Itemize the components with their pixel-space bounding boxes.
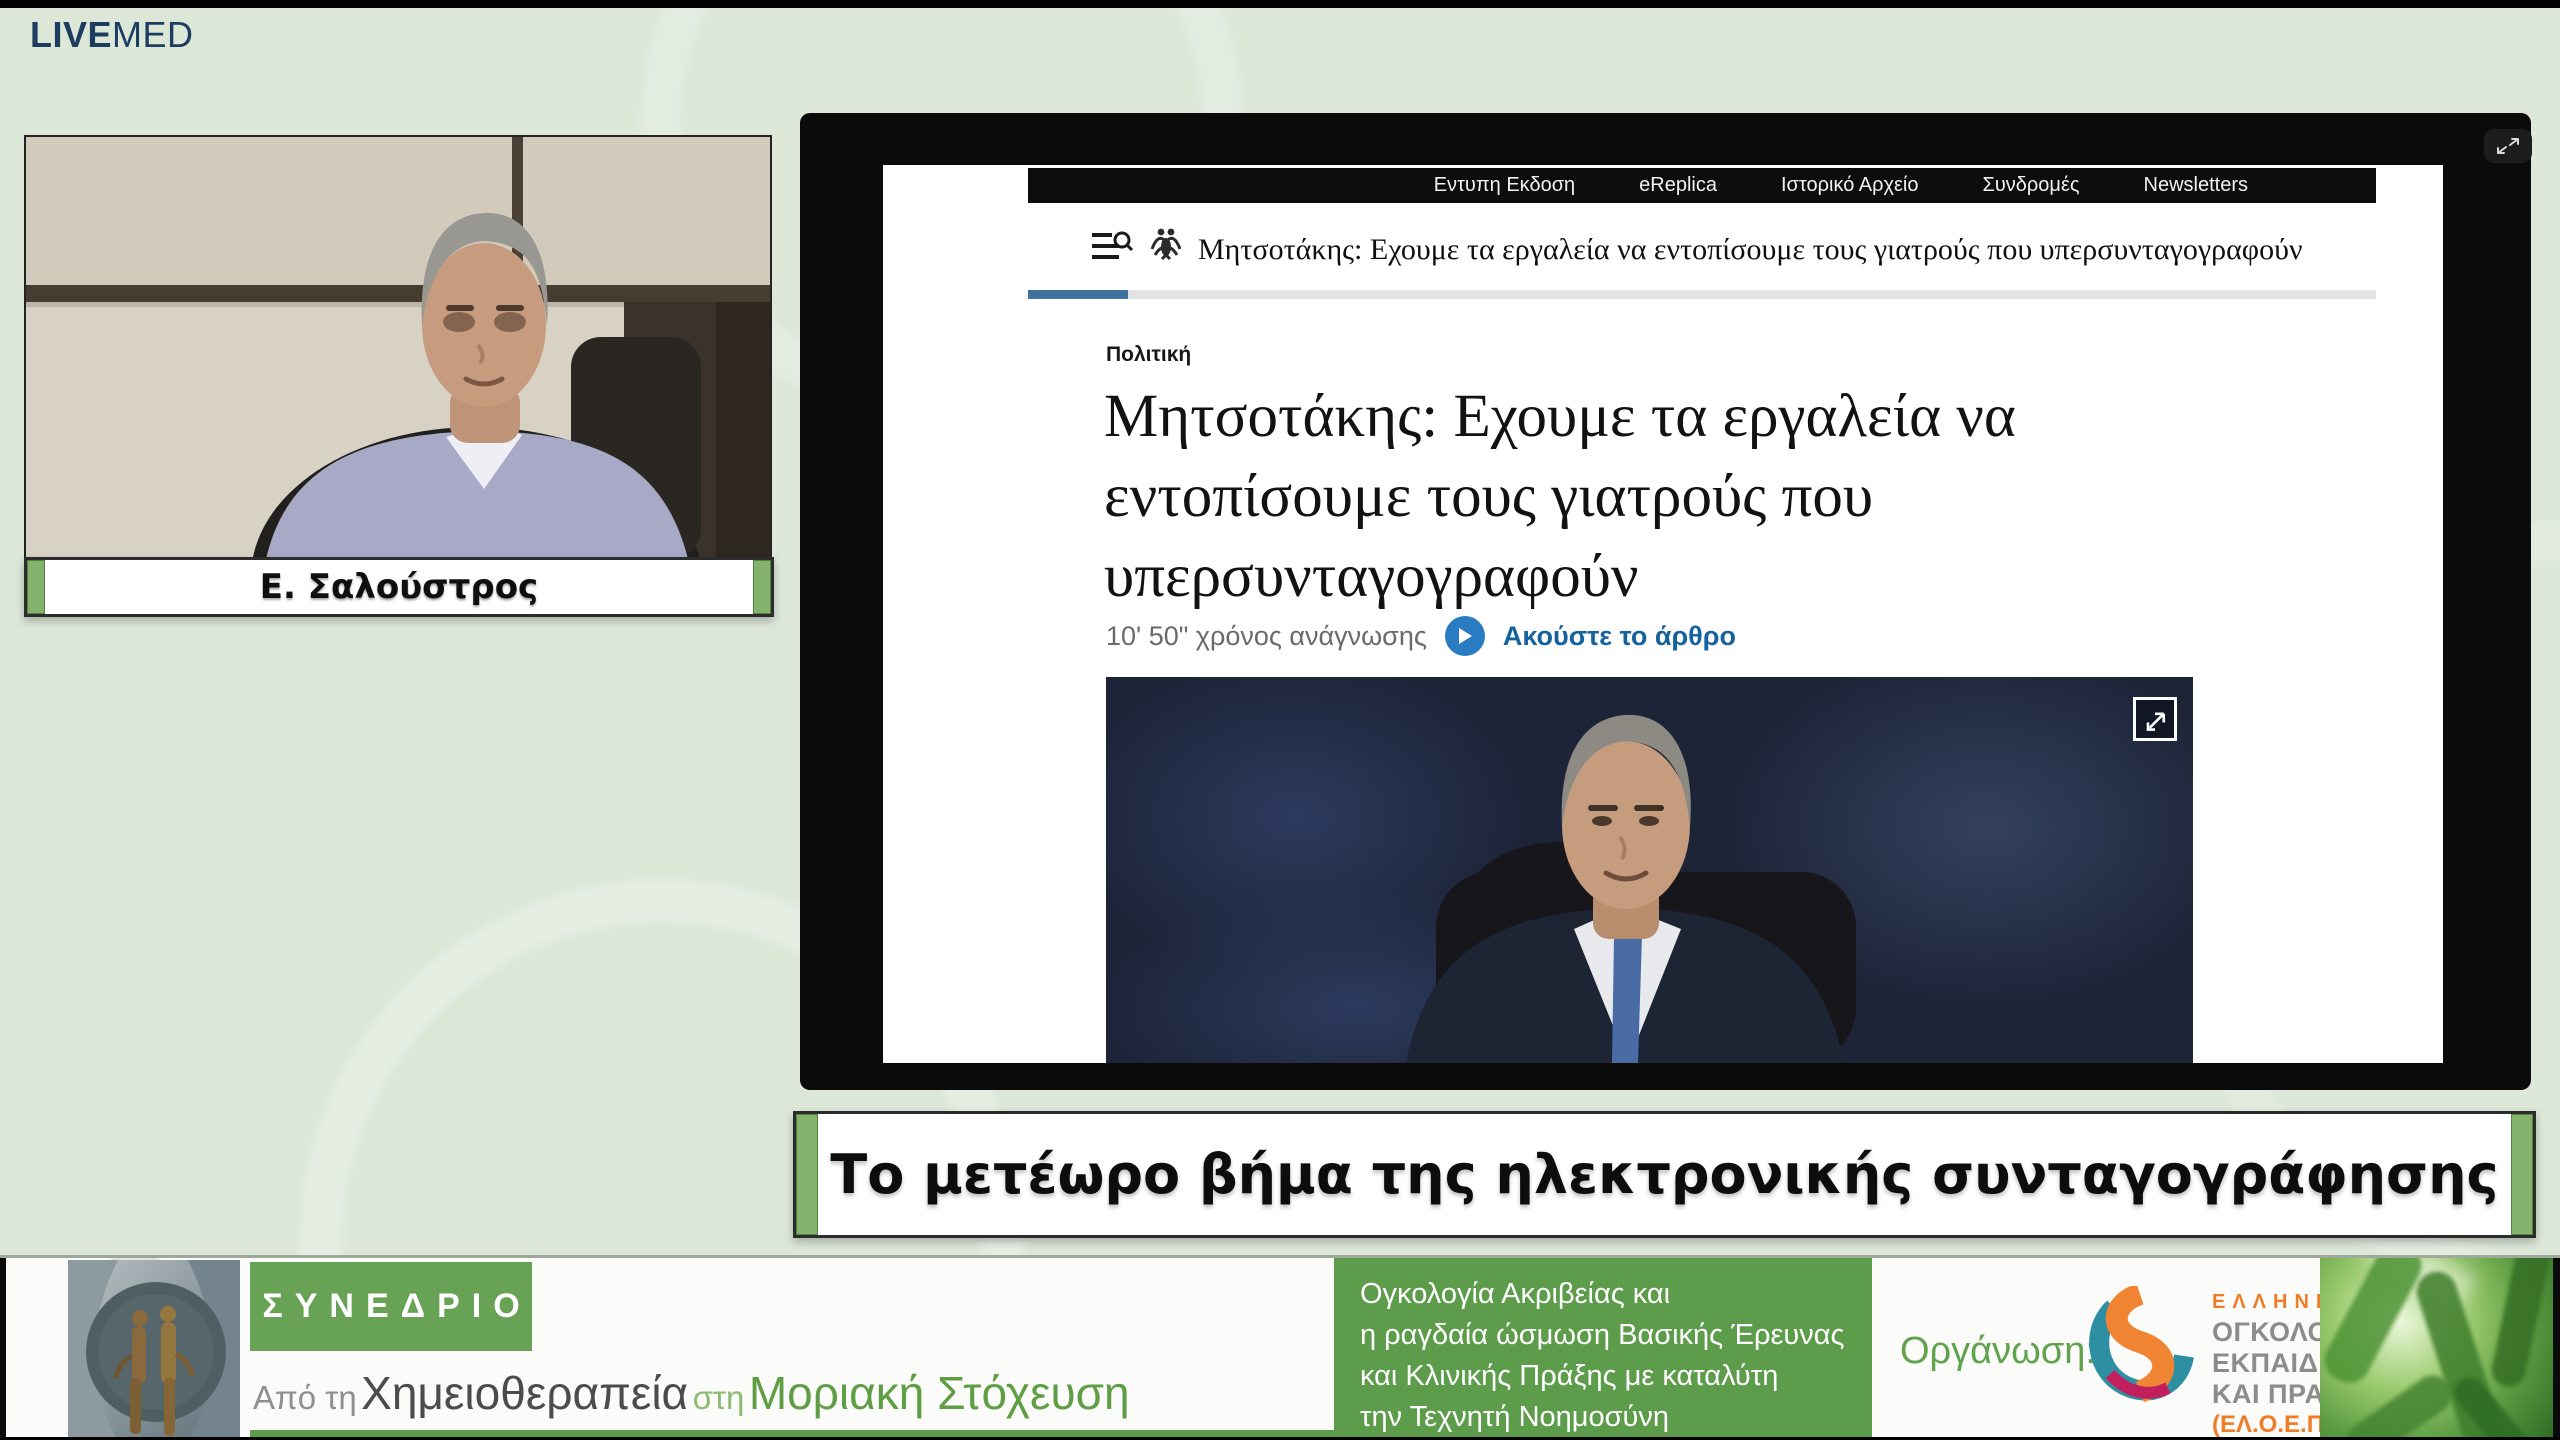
organizer-label: Οργάνωση: [1900,1330,2096,1373]
article-headline: Μητσοτάκης: Εχουμε τα εργαλεία να εντοπί… [1104,377,2016,617]
name-plate-green-strip [27,560,45,614]
slide-caption-bar: Το μετέωρο βήμα της ηλεκτρονικής συνταγο… [793,1111,2536,1238]
conference-title-part: στη [693,1379,745,1416]
news-site-nav: Εντυπη Εκδοση eReplica Ιστορικό Αρχείο Σ… [1028,168,2376,203]
collapse-arrows-icon [2495,137,2521,155]
site-nav-item-subscriptions[interactable]: Συνδρομές [1983,174,2080,197]
listen-play-button[interactable] [1445,616,1485,656]
sculpture-image [68,1260,240,1438]
reading-progress-fill [1028,290,1128,299]
conference-badge-text: ΣΥΝΕΔΡΙΟ [250,1287,531,1326]
theme-line: Ογκολογία Ακριβείας και [1360,1274,1872,1315]
sticky-article-title: Μητσοτάκης: Εχουμε τα εργαλεία να εντοπί… [1198,233,2378,267]
theme-line: και Κλινικής Πράξης με καταλύτη [1360,1356,1872,1397]
conference-theme-block: Ογκολογία Ακριβείας και η ραγδαία ώσμωση… [1334,1258,1872,1440]
article-image [1106,677,2193,1063]
speaker-name-plate: Ε. Σαλούστρος [24,557,774,617]
microbe-photo [2320,1258,2553,1440]
conference-title: Από τη Χημειοθεραπεία στη Μοριακή Στόχευ… [253,1366,1130,1420]
livemed-logo-med: MED [112,14,194,55]
newspaper-eagle-logo-icon[interactable] [1149,225,1183,268]
banner-right-edge [2553,1258,2560,1440]
listen-article-link[interactable]: Ακούστε το άρθρο [1503,621,1736,652]
site-nav-item-newsletters[interactable]: Newsletters [2144,174,2248,197]
reading-progress-bar [1028,290,2376,299]
top-letterbox-bar [0,0,2560,8]
article-category[interactable]: Πολιτική [1106,343,1191,367]
screen-share-window: Εντυπη Εκδοση eReplica Ιστορικό Αρχείο Σ… [800,113,2531,1090]
hamburger-search-icon [1092,231,1134,263]
conference-title-part: Χημειοθεραπεία [361,1367,688,1419]
eagle-emblem-icon [1149,225,1183,263]
livemed-logo: LIVEMED [30,14,194,56]
bacteria-rod [2320,1258,2429,1390]
speaker-webcam-video [24,135,772,561]
minimize-share-button[interactable] [2484,129,2532,163]
site-nav-item-ereplica[interactable]: eReplica [1639,174,1717,197]
livemed-webinar-screen: LIVEMED Ε. Σαλούστρος [0,0,2560,1440]
theme-line: την Τεχνητή Νοημοσύνη [1360,1397,1872,1438]
play-icon [1457,627,1473,645]
theme-line: η ραγδαία ώσμωση Βασικής Έρευνας [1360,1315,1872,1356]
name-plate-green-strip [753,560,771,614]
tv-interview-scene [1106,677,2193,1063]
article-meta-row: 10' 50" χρόνος ανάγνωσης Ακούστε το άρθρ… [1106,615,1736,657]
caption-green-strip [796,1114,818,1235]
slide-caption-text: Το μετέωρο βήμα της ηλεκτρονικής συνταγο… [830,1143,2498,1206]
bacteria-rod [2489,1258,2553,1390]
site-nav-item-print[interactable]: Εντυπη Εκδοση [1434,174,1575,197]
conference-title-part: Μοριακή Στόχευση [749,1367,1130,1419]
headline-line: Μητσοτάκης: Εχουμε τα εργαλεία να [1104,377,2016,457]
livemed-logo-live: LIVE [30,14,112,55]
banner-left-edge [0,1258,6,1440]
expand-image-button[interactable] [2133,697,2177,741]
reading-time: 10' 50" χρόνος ανάγνωσης [1106,621,1427,652]
menu-search-button[interactable] [1092,231,1134,268]
conference-sculpture-photo [68,1260,240,1438]
headline-line: υπερσυνταγογραφούν [1104,537,2016,617]
expand-arrow-icon [2141,705,2169,733]
conference-badge: ΣΥΝΕΔΡΙΟ [250,1262,532,1351]
shared-browser-page: Εντυπη Εκδοση eReplica Ιστορικό Αρχείο Σ… [883,165,2443,1063]
ribbon-sphere-icon [2082,1286,2197,1404]
eloep-logo [2082,1286,2197,1409]
caption-green-strip [2511,1114,2533,1235]
conference-banner: ΣΥΝΕΔΡΙΟ Από τη Χημειοθεραπεία στη Μορια… [0,1255,2560,1440]
site-nav-item-archive[interactable]: Ιστορικό Αρχείο [1781,174,1919,197]
webcam-office-scene [26,137,770,559]
speaker-name: Ε. Σαλούστρος [260,567,538,607]
conference-title-part: Από τη [253,1379,357,1416]
headline-line: εντοπίσουμε τους γιατρούς που [1104,457,2016,537]
